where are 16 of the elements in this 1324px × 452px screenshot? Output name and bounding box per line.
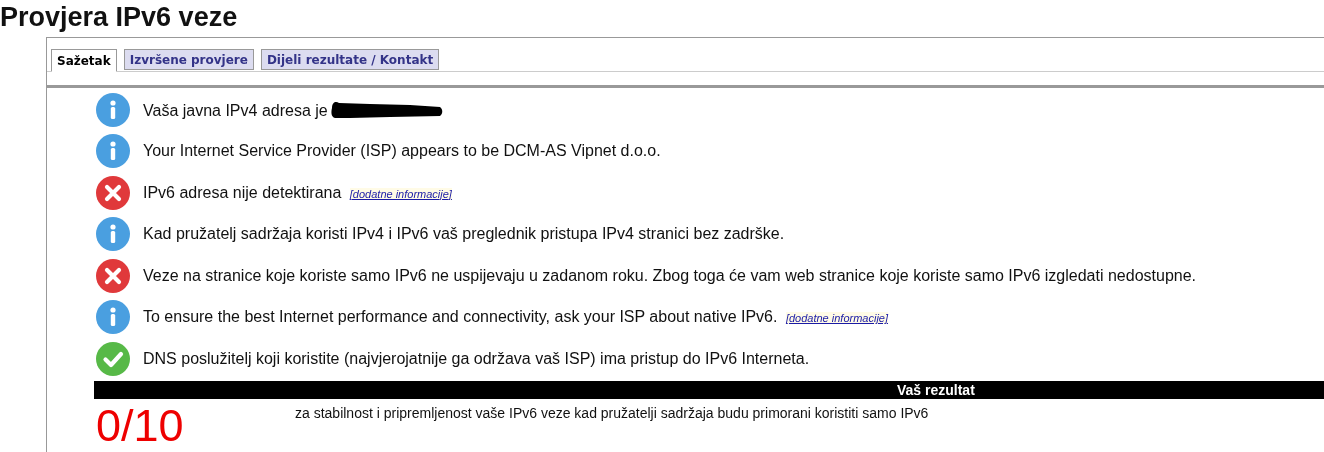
tab[interactable]: Izvršene provjere — [123, 49, 254, 70]
check-message: To ensure the best Internet performance and connectivity, ask your ISP about native IPv6. — [143, 308, 778, 326]
check-message: IPv6 adresa nije detektirana — [143, 183, 342, 201]
check-message: Your Internet Service Provider (ISP) appears to be DCM-AS Vipnet d.o.o. — [143, 142, 661, 160]
tab[interactable]: Sažetak — [51, 49, 117, 72]
result-header: Vaš rezultat — [94, 380, 1324, 399]
check-message: Kad pružatelj sadržaja koristi IPv4 i IPv6 vaš preglednik pristupa IPv4 stranici bez zadrške. — [143, 225, 785, 243]
tab[interactable]: Dijeli rezultate / Kontakt — [260, 49, 440, 70]
page-title: Provjera IPv6 veze — [0, 1, 239, 34]
score-description: za stabilnost i pripremljenost vaše IPv6 veze kad pružatelji sadržaja budu primorani koristiti samo IPv6 — [295, 404, 930, 423]
score: 0/10 — [96, 401, 185, 450]
check-message: Vaša javna IPv4 adresa je — [143, 101, 328, 119]
more-info-link[interactable]: [dodatne informacije] — [785, 312, 888, 325]
check-message: DNS poslužitelj koji koristite (najvjerojatnije ga održava vaš ISP) ima pristup do IPv6 Interneta. — [143, 349, 810, 367]
more-info-link[interactable]: [dodatne informacije] — [349, 187, 452, 200]
check-message: Veze na stranice koje koriste samo IPv6 ne uspijevaju u zadanom roku. Zbog toga će vam web stranice koje koriste samo IPv6 izgledati nedostupne. — [143, 266, 1196, 284]
